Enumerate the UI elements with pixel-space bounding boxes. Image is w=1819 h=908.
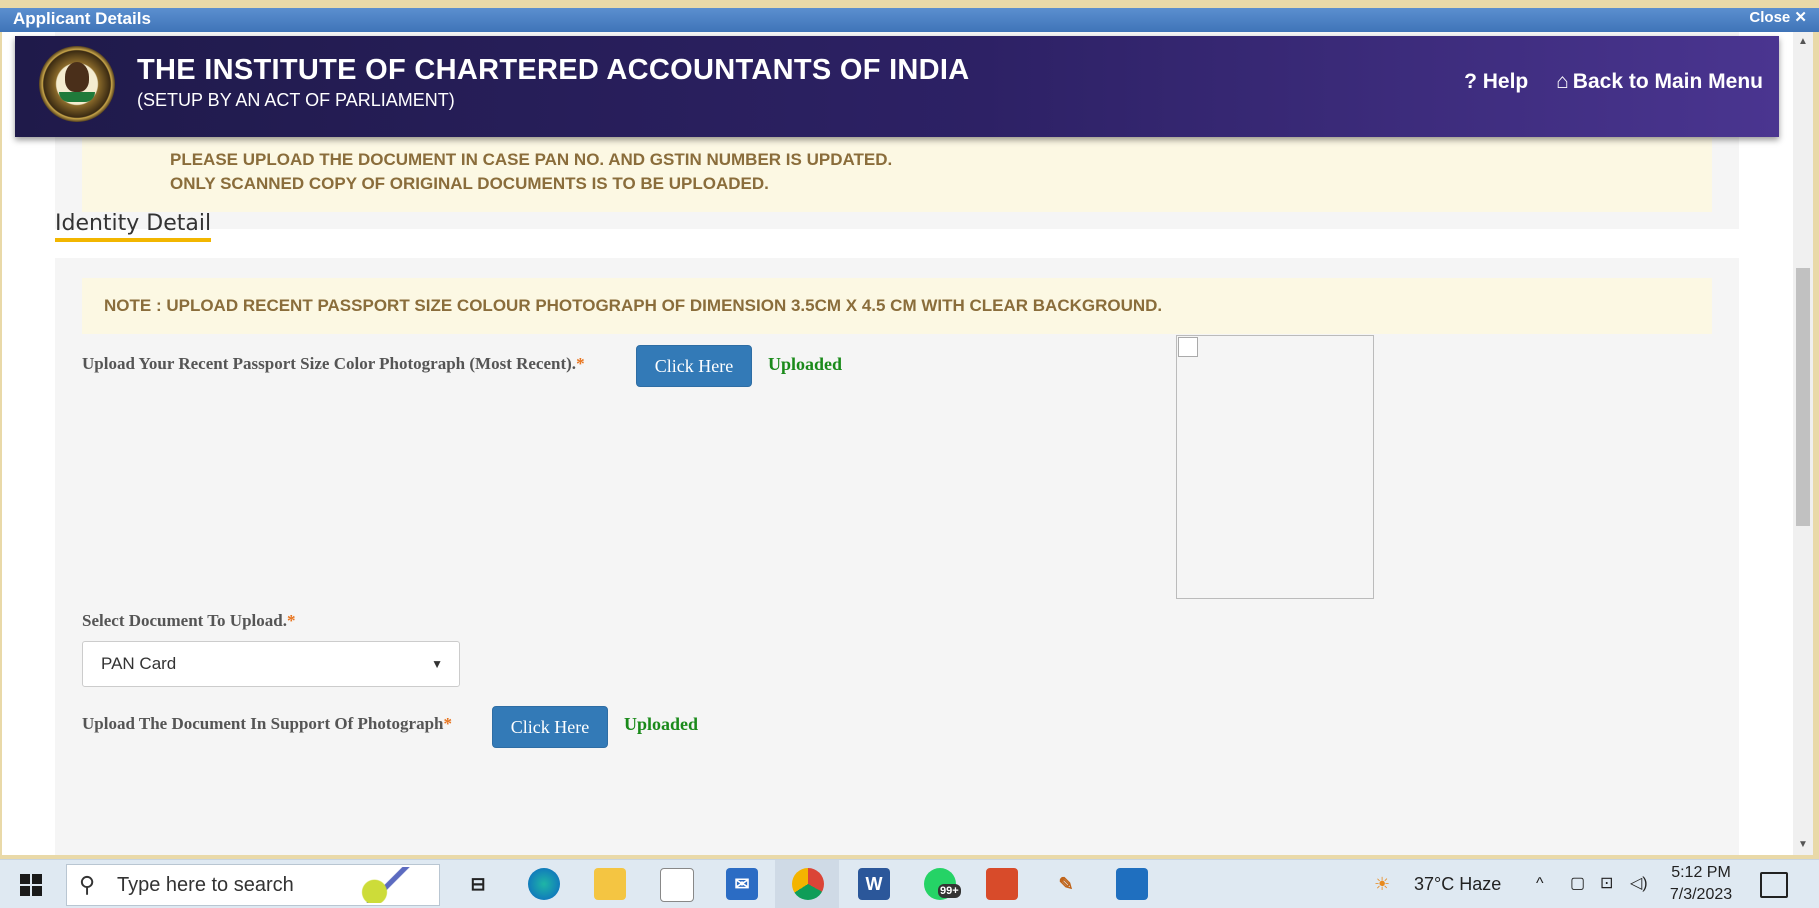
- network-icon[interactable]: ⊡: [1600, 860, 1613, 908]
- search-placeholder: Type here to search: [117, 874, 294, 896]
- system-clock[interactable]: 5:12 PM 7/3/2023: [1668, 862, 1734, 906]
- select-document-label: Select Document To Upload.*: [82, 611, 295, 631]
- meet-now-icon[interactable]: ▢: [1570, 860, 1585, 908]
- dialog-titlebar: Applicant Details Close ✕: [0, 8, 1819, 32]
- store-icon[interactable]: [660, 868, 694, 902]
- icai-logo: [39, 46, 115, 122]
- dialog-title: Applicant Details: [13, 9, 151, 28]
- select-document-label-text: Select Document To Upload.: [82, 611, 287, 630]
- taskbar-search-box[interactable]: ⚲ Type here to search: [66, 864, 440, 906]
- upload-notice: PLEASE UPLOAD THE DOCUMENT IN CASE PAN N…: [82, 132, 1712, 212]
- volume-icon[interactable]: ◁): [1630, 860, 1648, 908]
- support-uploaded-status: Uploaded: [624, 714, 699, 734]
- document-type-value: PAN Card: [101, 654, 177, 673]
- mail-icon[interactable]: ✉: [726, 868, 758, 900]
- header-subtitle: (SETUP BY AN ACT OF PARLIAMENT): [137, 90, 455, 110]
- close-button[interactable]: Close ✕: [1749, 8, 1807, 27]
- file-explorer-icon[interactable]: [594, 868, 626, 900]
- weather-icon[interactable]: ☀: [1374, 860, 1390, 908]
- required-mark: *: [443, 714, 452, 733]
- upload-photo-button[interactable]: Click Here: [636, 345, 752, 387]
- section-title-identity: Identity Detail: [55, 211, 212, 242]
- back-to-main-menu-link[interactable]: ⌂ Back to Main Menu: [1556, 70, 1763, 93]
- required-mark: *: [286, 611, 296, 630]
- taskbar: ⚲ Type here to search ⊟ ✉ W 99+ ✎ ☀ 37°C…: [0, 859, 1819, 908]
- notice-line-1: PLEASE UPLOAD THE DOCUMENT IN CASE PAN N…: [170, 150, 893, 169]
- back-label: Back to Main Menu: [1572, 70, 1763, 93]
- broken-image-icon: [1178, 337, 1198, 357]
- photo-upload-label: Upload Your Recent Passport Size Color P…: [82, 354, 585, 374]
- home-icon: ⌂: [1556, 70, 1569, 93]
- photo-note: NOTE : UPLOAD RECENT PASSPORT SIZE COLOU…: [82, 278, 1712, 334]
- weather-text[interactable]: 37°C Haze: [1414, 860, 1501, 908]
- whatsapp-icon[interactable]: 99+: [924, 868, 961, 900]
- scroll-up-icon[interactable]: ▲: [1793, 32, 1813, 52]
- notice-line-2: ONLY SCANNED COPY OF ORIGINAL DOCUMENTS …: [170, 174, 769, 193]
- photo-preview: [1176, 335, 1374, 599]
- upload-support-button[interactable]: Click Here: [492, 706, 608, 748]
- edge-icon[interactable]: [528, 868, 560, 900]
- required-mark: *: [576, 354, 585, 373]
- dialog-body: PLEASE UPLOAD THE DOCUMENT IN CASE PAN N…: [2, 32, 1793, 855]
- word-icon[interactable]: W: [858, 868, 890, 900]
- photo-upload-label-text: Upload Your Recent Passport Size Color P…: [82, 354, 577, 373]
- chrome-icon[interactable]: [792, 868, 824, 900]
- acrobat-icon[interactable]: [986, 868, 1018, 900]
- paint-icon[interactable]: ✎: [1050, 868, 1082, 900]
- vertical-scrollbar[interactable]: ▲ ▼: [1793, 32, 1813, 855]
- search-highlight-image: [353, 867, 439, 903]
- scroll-down-icon[interactable]: ▼: [1793, 835, 1813, 855]
- show-hidden-icons[interactable]: ^: [1536, 860, 1544, 908]
- search-icon: ⚲: [79, 872, 96, 897]
- notification-center-icon[interactable]: [1760, 872, 1788, 898]
- site-header: THE INSTITUTE OF CHARTERED ACCOUNTANTS O…: [15, 36, 1779, 137]
- task-view-icon[interactable]: ⊟: [462, 868, 494, 900]
- whatsapp-badge: 99+: [938, 884, 961, 898]
- identity-panel: [55, 258, 1739, 855]
- header-title: THE INSTITUTE OF CHARTERED ACCOUNTANTS O…: [137, 54, 970, 86]
- windows-start-icon[interactable]: [20, 874, 42, 896]
- clock-time: 5:12 PM: [1671, 864, 1731, 881]
- chevron-down-icon: ▼: [431, 657, 443, 671]
- document-type-select[interactable]: PAN Card ▼: [82, 641, 460, 687]
- photos-icon[interactable]: [1116, 868, 1148, 900]
- support-document-label-text: Upload The Document In Support Of Photog…: [82, 714, 444, 733]
- clock-date: 7/3/2023: [1669, 886, 1733, 903]
- photo-uploaded-status: Uploaded: [768, 354, 843, 374]
- header-links: ? Help ⌂ Back to Main Menu: [1442, 70, 1763, 94]
- photo-note-text: NOTE : UPLOAD RECENT PASSPORT SIZE COLOU…: [104, 296, 1163, 315]
- support-document-label: Upload The Document In Support Of Photog…: [82, 714, 452, 734]
- scroll-thumb[interactable]: [1796, 268, 1810, 526]
- help-link[interactable]: ? Help: [1464, 70, 1528, 93]
